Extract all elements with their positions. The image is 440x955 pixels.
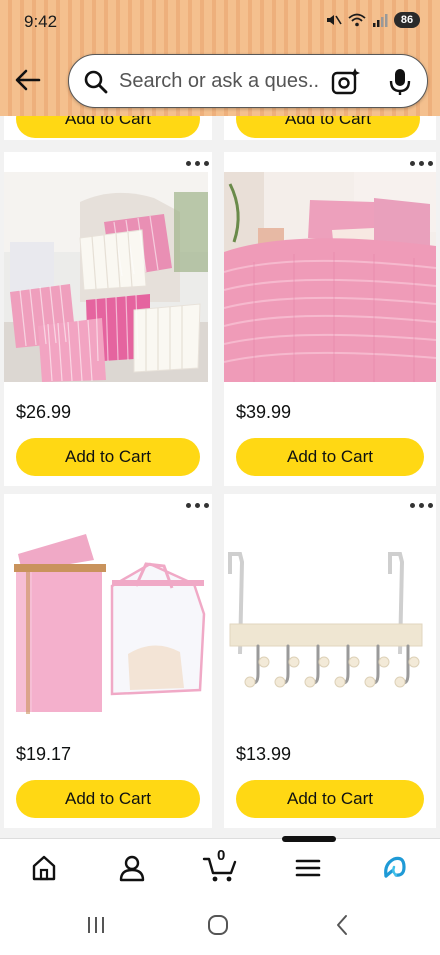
product-image[interactable] bbox=[4, 172, 208, 382]
wifi-icon bbox=[348, 13, 366, 27]
product-card[interactable]: $13.99 Add to Cart bbox=[224, 494, 436, 828]
more-options-icon[interactable] bbox=[182, 156, 212, 170]
product-card[interactable]: $19.17 Add to Cart bbox=[4, 494, 212, 828]
screen: 9:42 86 Search or ask a ques... Add to C… bbox=[0, 0, 440, 955]
cart-count-badge: 0 bbox=[217, 847, 226, 864]
product-image[interactable] bbox=[224, 514, 436, 724]
home-icon bbox=[32, 855, 56, 881]
search-icon bbox=[84, 70, 108, 94]
search-bar[interactable]: Search or ask a ques... bbox=[68, 54, 428, 108]
header: 9:42 86 Search or ask a ques... bbox=[0, 0, 440, 116]
camera-lens-icon[interactable] bbox=[331, 67, 361, 95]
nav-account[interactable] bbox=[114, 851, 150, 885]
add-to-cart-button[interactable]: Add to Cart bbox=[236, 438, 424, 476]
nav-cart[interactable]: 0 bbox=[200, 847, 240, 885]
alexa-icon bbox=[384, 856, 406, 878]
signal-icon bbox=[373, 14, 388, 27]
mute-vibrate-icon bbox=[327, 15, 342, 25]
add-to-cart-button[interactable]: Add to Cart bbox=[16, 438, 200, 476]
more-options-icon[interactable] bbox=[406, 498, 436, 512]
battery-indicator: 86 bbox=[394, 12, 420, 28]
status-bar: 9:42 86 bbox=[0, 0, 440, 44]
status-icons: 86 bbox=[326, 12, 420, 28]
add-to-cart-button[interactable]: Add to Cart bbox=[16, 780, 200, 818]
search-input[interactable]: Search or ask a ques... bbox=[119, 70, 319, 93]
status-time: 9:42 bbox=[24, 12, 58, 31]
menu-icon bbox=[295, 859, 321, 877]
product-card[interactable]: $26.99 Add to Cart bbox=[4, 152, 212, 486]
bottom-navigation: 0 bbox=[0, 836, 440, 894]
more-options-icon[interactable] bbox=[182, 498, 212, 512]
product-price: $26.99 bbox=[16, 402, 72, 422]
person-icon bbox=[119, 855, 145, 882]
system-back-button[interactable] bbox=[322, 910, 362, 940]
add-to-cart-button[interactable]: Add to Cart bbox=[236, 116, 420, 138]
microphone-icon[interactable] bbox=[387, 67, 413, 97]
recent-apps-icon bbox=[88, 917, 104, 933]
product-price: $39.99 bbox=[236, 402, 292, 422]
product-card[interactable]: $39.99 Add to Cart bbox=[224, 152, 436, 486]
product-image[interactable] bbox=[224, 172, 436, 382]
back-arrow-icon bbox=[15, 69, 41, 91]
nav-alexa[interactable] bbox=[376, 851, 412, 885]
system-navigation-bar bbox=[0, 894, 440, 955]
add-to-cart-button[interactable]: Add to Cart bbox=[16, 116, 200, 138]
chevron-left-icon bbox=[337, 915, 347, 935]
home-circle-icon bbox=[208, 915, 228, 935]
previous-row: Add to Cart Add to Cart bbox=[0, 116, 440, 140]
active-tab-indicator bbox=[282, 836, 336, 842]
back-button[interactable] bbox=[10, 62, 46, 98]
more-options-icon[interactable] bbox=[406, 156, 436, 170]
nav-menu[interactable] bbox=[290, 851, 326, 885]
product-price: $13.99 bbox=[236, 744, 292, 764]
home-button[interactable] bbox=[198, 910, 238, 940]
product-image[interactable] bbox=[4, 514, 208, 724]
nav-home[interactable] bbox=[26, 851, 62, 885]
recent-apps-button[interactable] bbox=[76, 910, 116, 940]
add-to-cart-button[interactable]: Add to Cart bbox=[236, 780, 424, 818]
product-grid: Add to Cart Add to Cart $26.99 Add to Ca… bbox=[0, 116, 440, 838]
product-price: $19.17 bbox=[16, 744, 72, 764]
